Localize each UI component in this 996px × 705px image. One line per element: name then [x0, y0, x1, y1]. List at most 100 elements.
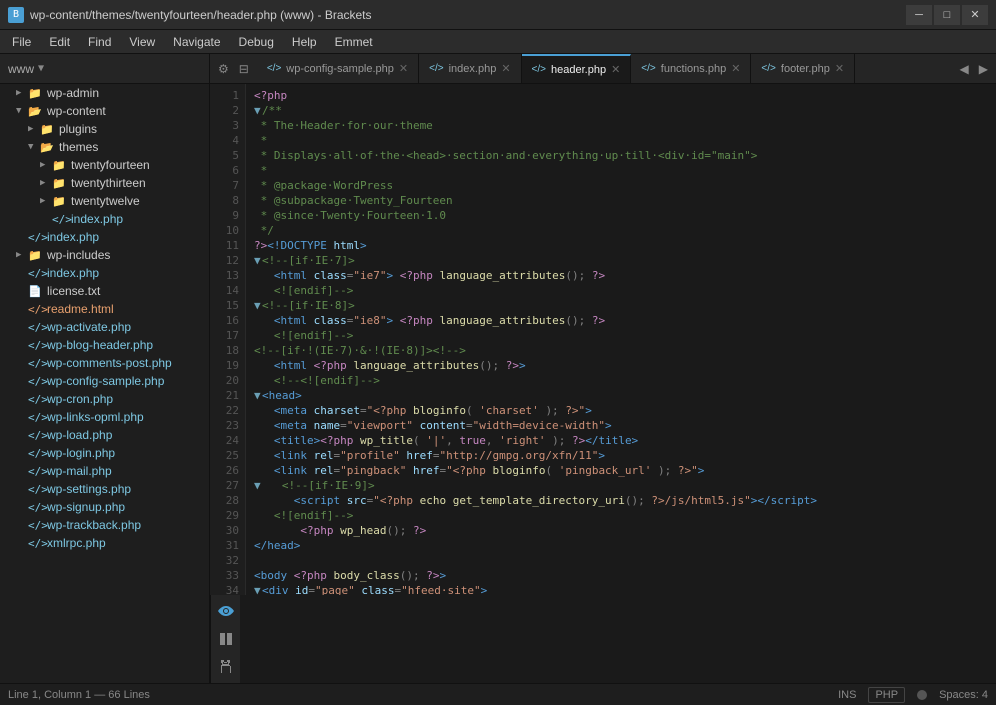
file-compare-icon[interactable] [214, 627, 238, 651]
tab-footer[interactable]: </> footer.php ✕ [751, 54, 855, 83]
sidebar-item-wp-load[interactable]: </> wp-load.php [0, 426, 209, 444]
extension-icon[interactable] [214, 655, 238, 679]
php-file-icon: </> [28, 501, 44, 514]
tab-close-button[interactable]: ✕ [399, 62, 408, 75]
sidebar-label: wp-settings.php [47, 482, 131, 496]
tab-label: footer.php [781, 63, 830, 75]
sidebar-label: wp-login.php [47, 446, 115, 460]
folder-icon: 📁 [52, 159, 68, 172]
tab-next-button[interactable]: ▶ [975, 62, 992, 76]
tab-prev-button[interactable]: ◀ [956, 62, 973, 76]
language-mode[interactable]: PHP [868, 687, 905, 703]
minimize-button[interactable]: ─ [906, 5, 932, 25]
sidebar-item-twentyfourteen[interactable]: ▶ 📁 twentyfourteen [0, 156, 209, 174]
tab-wp-config-sample[interactable]: </> wp-config-sample.php ✕ [257, 54, 419, 83]
sidebar-label: index.php [71, 212, 123, 226]
sidebar-item-license[interactable]: 📄 license.txt [0, 282, 209, 300]
sidebar-label: wp-links-opml.php [47, 410, 144, 424]
tab-index[interactable]: </> index.php ✕ [419, 54, 521, 83]
php-icon: </> [532, 64, 546, 75]
right-sidebar [210, 595, 240, 683]
php-file-icon: </> [28, 411, 44, 424]
php-icon: </> [641, 63, 655, 74]
tab-label: index.php [449, 63, 497, 75]
sidebar-label: twentytwelve [71, 194, 140, 208]
sidebar-item-wp-comments-post[interactable]: </> wp-comments-post.php [0, 354, 209, 372]
sidebar-item-twentythirteen[interactable]: ▶ 📁 twentythirteen [0, 174, 209, 192]
tab-list: </> wp-config-sample.php ✕ </> index.php… [257, 54, 952, 83]
status-indicator [917, 690, 927, 700]
tab-functions[interactable]: </> functions.php ✕ [631, 54, 751, 83]
menu-edit[interactable]: Edit [41, 33, 78, 51]
folder-icon: 📁 [28, 87, 44, 100]
sidebar-item-index[interactable]: </> index.php [0, 228, 209, 246]
php-file-icon: </> [52, 213, 68, 226]
sidebar-item-wp-links-opml[interactable]: </> wp-links-opml.php [0, 408, 209, 426]
php-file-icon: </> [28, 357, 44, 370]
sidebar-item-twentytwelve[interactable]: ▶ 📁 twentytwelve [0, 192, 209, 210]
menu-emmet[interactable]: Emmet [327, 33, 381, 51]
sidebar-item-wp-mail[interactable]: </> wp-mail.php [0, 462, 209, 480]
tab-header[interactable]: </> header.php ✕ [522, 54, 632, 83]
titlebar: B wp-content/themes/twentyfourteen/heade… [0, 0, 996, 30]
tab-split-button[interactable]: ⊟ [235, 62, 253, 76]
menu-view[interactable]: View [121, 33, 163, 51]
tab-bar-controls: ⚙ ⊟ [210, 54, 257, 83]
menu-debug[interactable]: Debug [231, 33, 282, 51]
tab-close-button[interactable]: ✕ [731, 62, 740, 75]
line-numbers: 12345 678910 1112131415 1617181920 21222… [210, 84, 246, 595]
sidebar-label: readme.html [47, 302, 114, 316]
close-button[interactable]: ✕ [962, 5, 988, 25]
sidebar-item-wp-settings[interactable]: </> wp-settings.php [0, 480, 209, 498]
tab-navigation: ◀ ▶ [952, 54, 996, 83]
sidebar-item-wp-activate[interactable]: </> wp-activate.php [0, 318, 209, 336]
sidebar-label: wp-admin [47, 86, 99, 100]
code-text[interactable]: <?php ▼/** * The·Header·for·our·theme * … [246, 84, 996, 595]
sidebar-item-wp-trackback[interactable]: </> wp-trackback.php [0, 516, 209, 534]
menu-help[interactable]: Help [284, 33, 325, 51]
sidebar-label: wp-blog-header.php [47, 338, 153, 352]
folder-icon: 📁 [52, 195, 68, 208]
tab-close-button[interactable]: ✕ [611, 63, 620, 76]
sidebar-item-wp-login[interactable]: </> wp-login.php [0, 444, 209, 462]
sidebar-item-wp-content[interactable]: ▼ 📂 wp-content [0, 102, 209, 120]
menu-navigate[interactable]: Navigate [165, 33, 228, 51]
sidebar-item-index2[interactable]: </> index.php [0, 264, 209, 282]
maximize-button[interactable]: □ [934, 5, 960, 25]
sidebar-item-wp-blog-header[interactable]: </> wp-blog-header.php [0, 336, 209, 354]
sidebar-item-wp-admin[interactable]: ▶ 📁 wp-admin [0, 84, 209, 102]
php-file-icon: </> [28, 375, 44, 388]
tab-label: wp-config-sample.php [286, 63, 394, 75]
php-file-icon: </> [28, 483, 44, 496]
project-arrow: ▼ [38, 63, 44, 74]
project-name[interactable]: www [8, 62, 34, 76]
sidebar-item-wp-includes[interactable]: ▶ 📁 wp-includes [0, 246, 209, 264]
sidebar-item-plugins[interactable]: ▶ 📁 plugins [0, 120, 209, 138]
sidebar-label: wp-config-sample.php [47, 374, 164, 388]
sidebar-item-themes[interactable]: ▼ 📂 themes [0, 138, 209, 156]
tree-arrow: ▶ [40, 160, 52, 170]
sidebar-item-wp-signup[interactable]: </> wp-signup.php [0, 498, 209, 516]
folder-icon: 📁 [28, 249, 44, 262]
menu-find[interactable]: Find [80, 33, 119, 51]
sidebar-label: twentyfourteen [71, 158, 150, 172]
sidebar-item-wp-config-sample[interactable]: </> wp-config-sample.php [0, 372, 209, 390]
menu-file[interactable]: File [4, 33, 39, 51]
spaces-setting[interactable]: Spaces: 4 [939, 689, 988, 701]
sidebar-item-xmlrpc[interactable]: </> xmlrpc.php [0, 534, 209, 552]
tab-close-button[interactable]: ✕ [835, 62, 844, 75]
tree-arrow: ▶ [16, 88, 28, 98]
editor-area: ⚙ ⊟ </> wp-config-sample.php ✕ </> index… [210, 54, 996, 683]
sidebar-item-readme[interactable]: </> readme.html [0, 300, 209, 318]
sidebar-label: plugins [59, 122, 97, 136]
folder-icon: 📁 [40, 123, 56, 136]
sidebar-item-wp-cron[interactable]: </> wp-cron.php [0, 390, 209, 408]
php-file-icon: </> [28, 537, 44, 550]
sidebar-item-themes-index[interactable]: </> index.php [0, 210, 209, 228]
code-editor[interactable]: 12345 678910 1112131415 1617181920 21222… [210, 84, 996, 595]
tab-settings-button[interactable]: ⚙ [214, 62, 233, 76]
folder-icon: 📂 [28, 105, 44, 118]
tab-close-button[interactable]: ✕ [501, 62, 510, 75]
sidebar-label: wp-comments-post.php [47, 356, 172, 370]
live-preview-icon[interactable] [214, 599, 238, 623]
